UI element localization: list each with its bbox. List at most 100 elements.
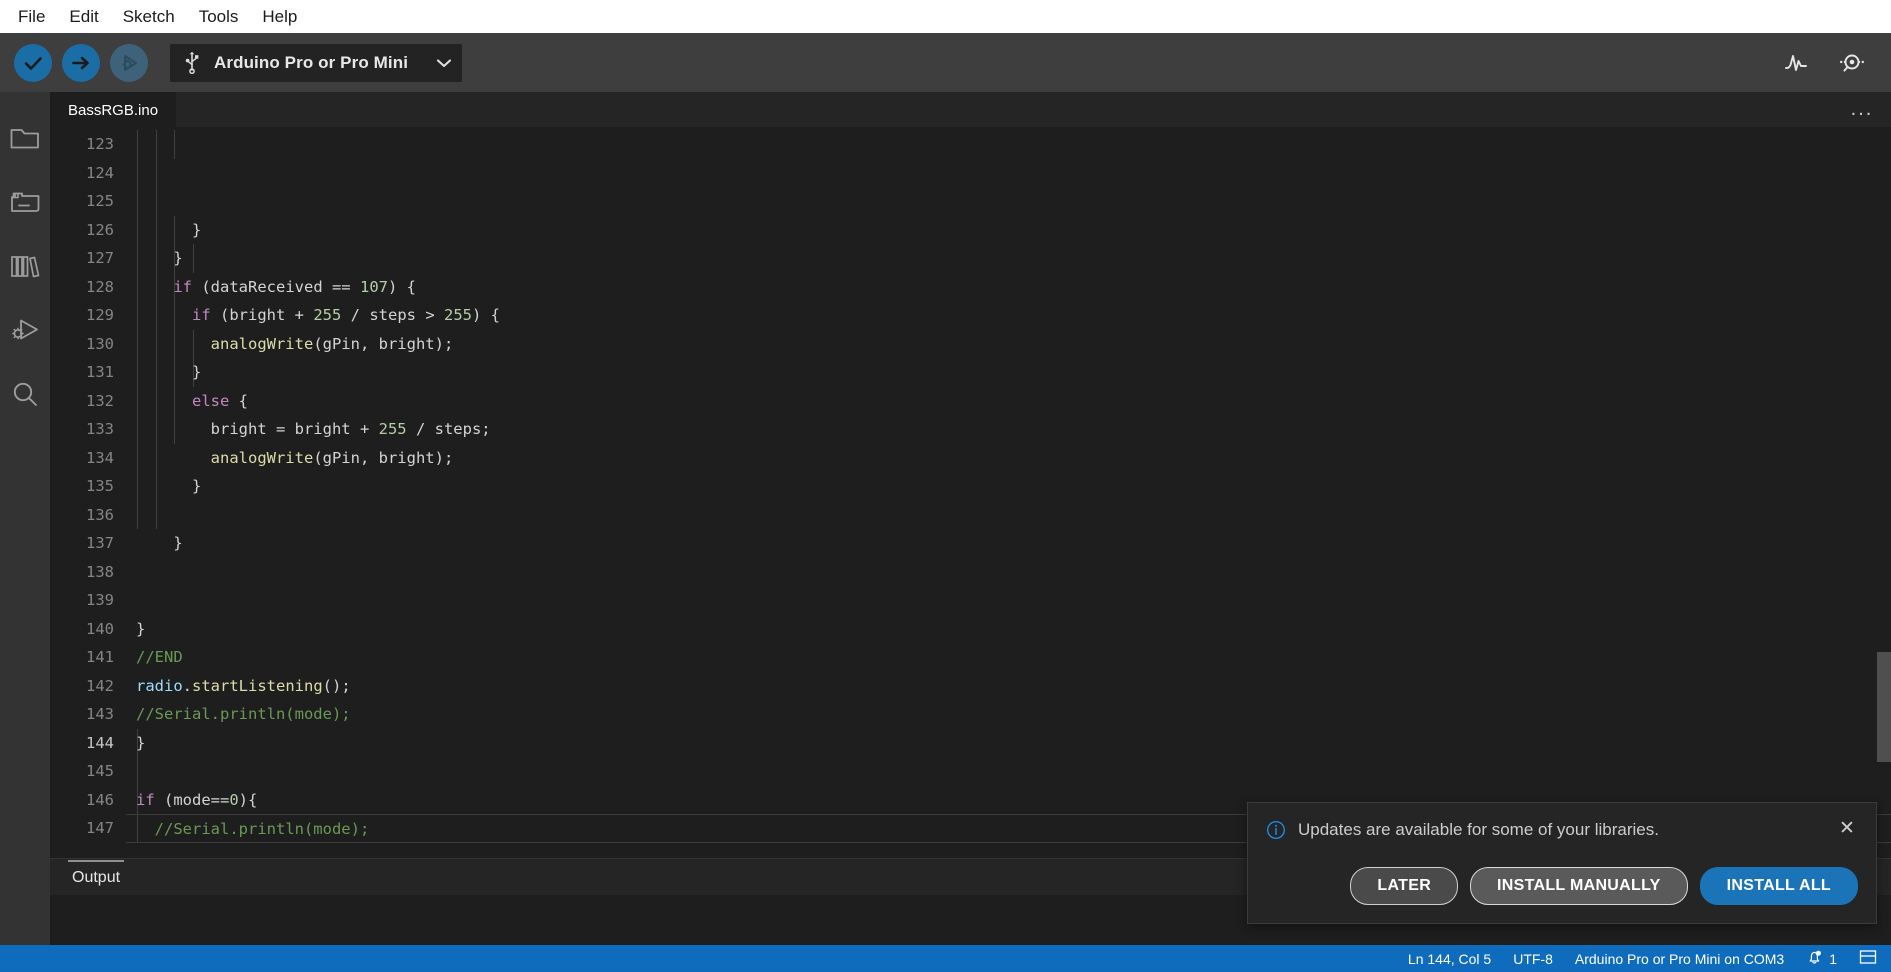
code-line[interactable]: else { xyxy=(126,387,1891,416)
check-icon xyxy=(22,52,44,74)
code-line[interactable]: bright = bright + 255 / steps; xyxy=(126,415,1891,444)
code-line[interactable] xyxy=(126,558,1891,587)
line-number: 134 xyxy=(86,448,114,467)
code-token: (gPin, bright); xyxy=(313,334,454,353)
code-line[interactable] xyxy=(126,586,1891,615)
code-line[interactable]: analogWrite(gPin, bright); xyxy=(126,444,1891,473)
line-number-gutter: 123 124 125 126 127 128 129 130 131 132 133 134 135 1… xyxy=(50,127,126,858)
code-token: { xyxy=(229,391,248,410)
later-button[interactable]: LATER xyxy=(1350,867,1459,905)
code-token: } xyxy=(192,220,202,239)
code-line[interactable]: } xyxy=(126,358,1891,387)
line-number: 130 xyxy=(86,334,114,353)
code-line[interactable] xyxy=(126,757,1891,786)
code-lines[interactable]: } } if (dataReceived == 107) { if (brigh… xyxy=(126,127,1891,858)
editor-scrollbar-thumb[interactable] xyxy=(1877,652,1891,762)
tab-output[interactable]: Output xyxy=(68,860,125,893)
code-token: analogWrite xyxy=(210,448,314,467)
serial-monitor-icon[interactable] xyxy=(1837,48,1867,78)
debug-button[interactable] xyxy=(110,43,148,82)
code-token: ) { xyxy=(387,277,416,296)
chevron-down-icon[interactable] xyxy=(436,58,452,68)
code-token: startListening xyxy=(192,676,323,695)
code-line[interactable]: if (dataReceived == 107) { xyxy=(126,273,1891,302)
menu-bar: File Edit Sketch Tools Help xyxy=(0,0,1891,33)
code-token: 255 xyxy=(378,420,407,438)
line-number: 136 xyxy=(86,505,114,524)
code-token: //END xyxy=(136,648,183,666)
install-all-button[interactable]: INSTALL ALL xyxy=(1699,867,1858,905)
code-line[interactable]: } xyxy=(126,729,1891,758)
code-line[interactable]: } xyxy=(126,472,1891,501)
install-manually-button[interactable]: INSTALL MANUALLY xyxy=(1470,867,1688,905)
code-line[interactable]: } xyxy=(126,244,1891,273)
sidebar-item-library-manager[interactable] xyxy=(0,236,50,300)
serial-plotter-icon[interactable] xyxy=(1781,48,1811,78)
code-token: 255 xyxy=(443,306,472,324)
code-token: if xyxy=(173,277,192,296)
code-token: } xyxy=(136,733,146,752)
line-number: 144 xyxy=(86,733,114,752)
menu-edit[interactable]: Edit xyxy=(57,4,110,30)
menu-tools[interactable]: Tools xyxy=(187,4,251,30)
line-number: 142 xyxy=(86,676,114,695)
code-line[interactable]: //Serial.println(mode); xyxy=(126,700,1891,729)
status-toggle-panel[interactable] xyxy=(1859,949,1877,968)
notification-message: Updates are available for some of your l… xyxy=(1298,820,1659,839)
code-token: } xyxy=(173,534,183,552)
line-number: 133 xyxy=(86,420,114,438)
code-token: (); xyxy=(322,676,351,695)
status-cursor-position[interactable]: Ln 144, Col 5 xyxy=(1408,951,1491,967)
code-line[interactable]: } xyxy=(126,615,1891,644)
sidebar-item-boards-manager[interactable] xyxy=(0,172,50,236)
upload-button[interactable] xyxy=(62,43,100,82)
sidebar-item-debug[interactable] xyxy=(0,300,50,364)
code-editor[interactable]: 123 124 125 126 127 128 129 130 131 132 133 134 135 1… xyxy=(50,127,1891,858)
code-line[interactable]: } xyxy=(126,216,1891,245)
status-encoding[interactable]: UTF-8 xyxy=(1513,951,1553,967)
editor-tab-strip: BassRGB.ino ... xyxy=(50,92,1891,127)
line-number: 124 xyxy=(86,163,114,182)
line-number: 139 xyxy=(86,591,114,609)
menu-sketch[interactable]: Sketch xyxy=(111,4,187,30)
code-line[interactable] xyxy=(126,501,1891,530)
folder-icon xyxy=(9,124,41,157)
verify-button[interactable] xyxy=(14,43,52,82)
line-number: 131 xyxy=(86,363,114,381)
editor-overflow-menu[interactable]: ... xyxy=(1833,92,1891,127)
line-number: 143 xyxy=(86,705,114,723)
tab-strip-filler xyxy=(176,92,1833,127)
status-bar: Ln 144, Col 5 UTF-8 Arduino Pro or Pro M… xyxy=(0,945,1891,972)
menu-file[interactable]: File xyxy=(6,4,57,30)
status-bar-right: Ln 144, Col 5 UTF-8 Arduino Pro or Pro M… xyxy=(1408,949,1891,969)
code-token: . xyxy=(182,676,193,695)
code-line[interactable]: } xyxy=(126,529,1891,558)
line-number: 127 xyxy=(86,249,114,267)
menu-help[interactable]: Help xyxy=(250,4,309,30)
sidebar-item-search[interactable] xyxy=(0,364,50,428)
code-token: if xyxy=(136,790,155,809)
code-line[interactable]: radio.startListening(); xyxy=(126,672,1891,701)
tab-bassrgb-ino[interactable]: BassRGB.ino xyxy=(50,92,177,127)
status-board-port[interactable]: Arduino Pro or Pro Mini on COM3 xyxy=(1575,951,1784,967)
panel-layout-icon xyxy=(1859,949,1877,968)
toolbar-right-group xyxy=(1781,48,1877,78)
status-notifications[interactable]: 1 xyxy=(1806,949,1837,969)
code-token: else xyxy=(192,391,230,410)
editor-vertical-scrollbar[interactable] xyxy=(1877,127,1891,858)
code-line[interactable]: if (bright + 255 / steps > 255) { xyxy=(126,301,1891,330)
code-line[interactable]: //END xyxy=(126,643,1891,672)
search-icon xyxy=(9,379,41,414)
close-icon[interactable]: ✕ xyxy=(1836,819,1858,838)
line-number: 147 xyxy=(86,819,114,837)
code-token: (mode== xyxy=(154,790,230,809)
code-token: analogWrite xyxy=(210,334,314,353)
line-number: 126 xyxy=(86,220,114,239)
code-token: (bright + xyxy=(210,306,314,324)
board-selector[interactable]: Arduino Pro or Pro Mini xyxy=(170,43,463,82)
notification-actions: LATER INSTALL MANUALLY INSTALL ALL xyxy=(1266,867,1858,905)
code-line[interactable]: analogWrite(gPin, bright); xyxy=(126,330,1891,359)
line-number: 138 xyxy=(86,562,114,581)
sidebar-item-sketchbook[interactable] xyxy=(0,108,50,172)
code-token: } xyxy=(192,477,202,495)
